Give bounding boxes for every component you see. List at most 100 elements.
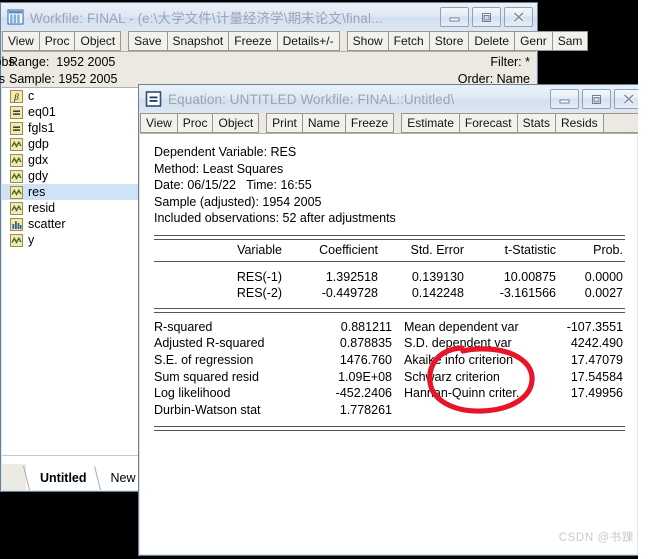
cell-label2: Schwarz criterion	[403, 369, 500, 384]
workfile-tab-label: Untitled	[40, 471, 87, 485]
cell-value2: 4242.490	[570, 336, 623, 351]
cell-value: 0.878835	[339, 336, 392, 351]
workfile-grid-icon	[7, 9, 24, 25]
cell-label2: Mean dependent var	[403, 319, 519, 334]
cell-prob: 0.0000	[584, 269, 623, 284]
wf-btn-view[interactable]: View	[2, 31, 39, 51]
wf-btn-genr[interactable]: Genr	[514, 31, 552, 51]
eq-btn-estimate[interactable]: Estimate	[401, 113, 459, 133]
col-coefficient: Coefficient	[319, 242, 378, 257]
workfile-tabstrip[interactable]: Untitled New	[23, 464, 146, 490]
object-item-gdx[interactable]: gdx	[2, 152, 138, 168]
cell-value: -452.2406	[335, 386, 392, 401]
wf-btn-proc[interactable]: Proc	[38, 31, 75, 51]
wf-btn-freeze[interactable]: Freeze	[228, 31, 277, 51]
object-item-gdp[interactable]: gdp	[2, 136, 138, 152]
eq-btn-stats[interactable]: Stats	[516, 113, 555, 133]
cell-label: Adjusted R-squared	[154, 336, 265, 351]
cell-label: R-squared	[154, 319, 213, 334]
object-item-label: gdy	[28, 169, 49, 183]
eq-btn-object[interactable]: Object	[212, 113, 260, 133]
wf-btn-store[interactable]: Store	[428, 31, 469, 51]
object-item-label: res	[28, 185, 46, 199]
series-icon	[10, 233, 23, 247]
eq-btn-resids[interactable]: Resids	[554, 113, 604, 133]
equation-toolbar[interactable]: View Proc Object Print Name Freeze Estim…	[140, 113, 646, 134]
equation-window-controls[interactable]	[550, 89, 643, 109]
coefficient-table: Variable Coefficient Std. Error t-Statis…	[154, 242, 625, 259]
close-icon[interactable]	[504, 7, 533, 27]
equation-window[interactable]: Equation: UNTITLED Workfile: FINAL::Unti…	[138, 84, 648, 556]
object-item-c[interactable]: βc	[2, 88, 138, 104]
cell-value2: 17.49956	[570, 386, 623, 401]
wf-btn-fetch[interactable]: Fetch	[387, 31, 429, 51]
eq-btn-proc[interactable]: Proc	[176, 113, 213, 133]
wf-btn-save[interactable]: Save	[128, 31, 167, 51]
statistic-row: Sum squared resid 1.09E+08 Schwarz criteri…	[154, 369, 625, 386]
workfile-window-controls[interactable]	[440, 7, 533, 27]
eq-btn-name[interactable]: Name	[301, 113, 345, 133]
object-item-label: gdp	[28, 137, 49, 151]
cell-coefficient: 1.392518	[325, 269, 378, 284]
object-item-eq01[interactable]: eq01	[2, 104, 138, 120]
cell-t-statistic: -3.161566	[499, 286, 556, 301]
col-t-statistic: t-Statistic	[504, 242, 556, 257]
cell-value: 0.881211	[340, 319, 392, 334]
wf-btn-details[interactable]: Details+/-	[276, 31, 340, 51]
workfile-titlebar[interactable]: Workfile: FINAL - (e:\大学文件\计量经济学\期末论文\fi…	[1, 3, 537, 31]
cell-label2: S.D. dependent var	[403, 336, 512, 351]
eq-btn-forecast[interactable]: Forecast	[458, 113, 517, 133]
minimize-icon[interactable]	[550, 89, 579, 109]
cell-coefficient: -0.449728	[321, 286, 378, 301]
object-item-label: gdx	[28, 153, 49, 167]
minimize-icon[interactable]	[440, 7, 469, 27]
restore-icon[interactable]	[472, 7, 501, 27]
cell-value: 1.778261	[339, 402, 392, 417]
output-header-line-3: Date: 06/15/22 Time: 16:55	[154, 178, 312, 193]
eq-btn-print[interactable]: Print	[266, 113, 302, 133]
object-item-gdy[interactable]: gdy	[2, 168, 138, 184]
object-item-label: fgls1	[28, 121, 55, 135]
eq-toolbar-sep-2	[394, 113, 402, 133]
equation-body: View Proc Object Print Name Freeze Estim…	[140, 113, 646, 554]
workfile-tab-untitled[interactable]: Untitled	[23, 466, 97, 490]
eq-btn-view[interactable]: View	[140, 113, 177, 133]
object-item-fgls1[interactable]: fgls1	[2, 120, 138, 136]
equation-icon	[10, 105, 23, 119]
restore-icon[interactable]	[582, 89, 611, 109]
workfile-object-list[interactable]: β c eq01 fgls1 gdp gdx gdy res resid scatter y	[2, 88, 139, 456]
cell-variable: RES(-1)	[236, 269, 282, 284]
wf-btn-sample[interactable]: Sam	[551, 31, 589, 51]
col-std-error: Std. Error	[410, 242, 465, 257]
wf-btn-snapshot[interactable]: Snapshot	[166, 31, 229, 51]
tabbar-left-filler	[2, 464, 26, 490]
coefficient-rows: RES(-1) 1.392518 0.139130 10.00875 0.0000 RES…	[154, 269, 625, 302]
svg-text:β: β	[13, 92, 19, 102]
cell-label: S.E. of regression	[154, 352, 254, 367]
object-item-resid[interactable]: resid	[2, 200, 138, 216]
statistic-row: S.E. of regression 1476.760 Akaike info cr…	[154, 352, 625, 369]
object-item-scatter[interactable]: scatter	[2, 216, 138, 232]
series-icon	[10, 185, 23, 199]
toolbar-sep-2	[339, 31, 347, 51]
table-bottom-rule	[154, 426, 625, 432]
range-obs: -- 54 obs	[0, 55, 15, 69]
tab-slant-edge	[93, 466, 112, 490]
wf-btn-object[interactable]: Object	[74, 31, 122, 51]
object-item-res[interactable]: res	[2, 184, 138, 200]
wf-btn-show[interactable]: Show	[346, 31, 388, 51]
equation-titlebar[interactable]: Equation: UNTITLED Workfile: FINAL::Unti…	[139, 85, 647, 113]
eq-btn-freeze[interactable]: Freeze	[344, 113, 395, 133]
workfile-range-row: Range: 1952 2005 -- 54 obs Filter: *	[0, 54, 530, 71]
coefficient-table-header: Variable Coefficient Std. Error t-Statis…	[154, 242, 625, 259]
cell-std-error: 0.139130	[411, 269, 464, 284]
object-item-y[interactable]: y	[2, 232, 138, 248]
cell-variable: RES(-2)	[236, 286, 282, 301]
cell-label2: Hannan-Quinn criter.	[403, 386, 520, 401]
wf-btn-delete[interactable]: Delete	[468, 31, 515, 51]
workfile-toolbar[interactable]: View Proc Object Save Snapshot Freeze De…	[2, 31, 589, 52]
